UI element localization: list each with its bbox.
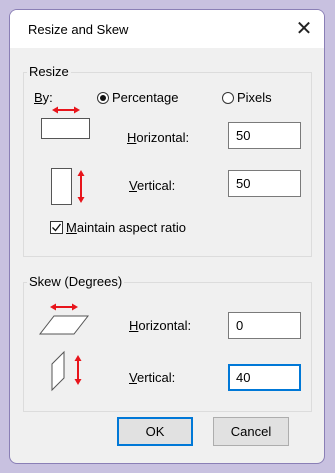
- skew-vertical-input[interactable]: [228, 364, 301, 391]
- resize-horizontal-icon: [41, 106, 90, 139]
- resize-group-label: Resize: [27, 64, 71, 79]
- skew-horizontal-input[interactable]: [228, 312, 301, 339]
- title-bar: Resize and Skew ✕: [10, 10, 324, 48]
- by-label: By:: [34, 90, 53, 105]
- cancel-button[interactable]: Cancel: [213, 417, 289, 446]
- percentage-label[interactable]: Percentage: [112, 90, 179, 105]
- maintain-aspect-label[interactable]: Maintain aspect ratio: [66, 220, 186, 235]
- checkmark-icon: [52, 223, 62, 232]
- skew-vertical-icon: [51, 350, 82, 392]
- dialog-title: Resize and Skew: [28, 22, 129, 37]
- resize-vertical-icon: [51, 168, 85, 205]
- ok-button[interactable]: OK: [117, 417, 193, 446]
- resize-vertical-input[interactable]: [228, 170, 301, 197]
- skew-group-label: Skew (Degrees): [27, 274, 125, 289]
- resize-horizontal-input[interactable]: [228, 122, 301, 149]
- resize-skew-dialog: Resize and Skew ✕ Resize By: Percentage …: [9, 9, 325, 464]
- skew-horizontal-icon: [38, 303, 90, 335]
- resize-horizontal-label: Horizontal:: [127, 130, 190, 145]
- pixels-label[interactable]: Pixels: [237, 90, 272, 105]
- close-button[interactable]: ✕: [286, 10, 322, 48]
- skew-vertical-label: Vertical:: [129, 370, 176, 385]
- resize-vertical-label: Vertical:: [129, 178, 176, 193]
- percentage-radio[interactable]: [97, 92, 109, 104]
- pixels-radio[interactable]: [222, 92, 234, 104]
- skew-horizontal-label: Horizontal:: [129, 318, 192, 333]
- close-icon: ✕: [295, 18, 313, 40]
- maintain-aspect-checkbox[interactable]: [50, 221, 63, 234]
